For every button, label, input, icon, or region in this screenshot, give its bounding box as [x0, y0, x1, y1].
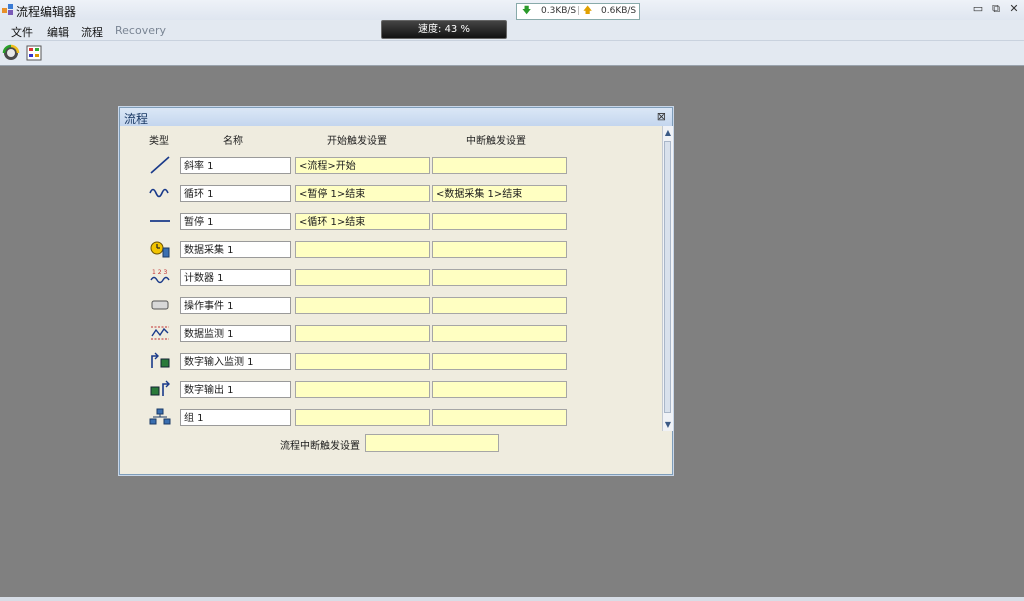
digital-output-icon [150, 380, 170, 396]
step-name-field[interactable]: 操作事件 1 [180, 297, 291, 314]
menu-bar: 文件 编辑 流程 Recovery [0, 20, 1024, 41]
step-name-field[interactable]: 数字输出 1 [180, 381, 291, 398]
counter-icon: 1 2 3 [150, 269, 170, 284]
minimize-icon[interactable]: ▭ [971, 2, 985, 16]
menu-recovery[interactable]: Recovery [115, 24, 166, 37]
step-name-field[interactable]: 循环 1 [180, 185, 291, 202]
hold-line-icon [150, 220, 170, 222]
separator: | [577, 6, 581, 16]
scrollbar-thumb[interactable] [664, 141, 671, 413]
close-icon[interactable]: ✕ [1007, 2, 1021, 16]
group-icon [149, 408, 171, 425]
close-icon[interactable]: ⊠ [657, 110, 666, 123]
start-trigger-field[interactable] [295, 409, 430, 426]
upload-arrow-icon: 🡅 [583, 6, 593, 16]
title-bar: 流程编辑器 ▭ ⧉ ✕ [0, 0, 1024, 20]
stop-trigger-field[interactable] [432, 157, 567, 174]
menu-edit[interactable]: 编辑 [47, 24, 69, 40]
start-trigger-field[interactable] [295, 353, 430, 370]
toolbar [0, 41, 1024, 66]
restore-icon[interactable]: ⧉ [989, 2, 1003, 16]
vertical-scrollbar[interactable]: ▲ ▼ [662, 126, 673, 431]
stop-trigger-field[interactable] [432, 297, 567, 314]
stop-trigger-field[interactable] [432, 213, 567, 230]
app-icon [2, 4, 13, 15]
chevron-down-icon[interactable]: ▼ [663, 419, 673, 430]
stop-trigger-field[interactable] [432, 325, 567, 342]
window-title: 流程编辑器 [16, 5, 77, 19]
flow-stop-trigger-label: 流程中断触发设置 [280, 441, 360, 452]
download-arrow-icon: 🡇 [522, 6, 532, 16]
operator-event-icon [151, 300, 169, 310]
column-header-start-trigger: 开始触发设置 [327, 136, 387, 147]
start-trigger-field[interactable]: <循环 1>结束 [295, 213, 430, 230]
step-name-field[interactable]: 暂停 1 [180, 213, 291, 230]
data-acquire-icon [150, 241, 170, 258]
svg-text:1 2 3: 1 2 3 [152, 269, 167, 276]
stop-trigger-field[interactable] [432, 241, 567, 258]
step-name-field[interactable]: 数据监测 1 [180, 325, 291, 342]
step-name-field[interactable]: 组 1 [180, 409, 291, 426]
stop-trigger-field[interactable] [432, 269, 567, 286]
start-trigger-field[interactable] [295, 325, 430, 342]
menu-flow[interactable]: 流程 [81, 24, 103, 40]
column-header-type: 类型 [149, 136, 169, 147]
stop-trigger-field[interactable] [432, 381, 567, 398]
chevron-up-icon[interactable]: ▲ [663, 127, 673, 138]
flow-dialog: 流程 ⊠ 类型 名称 开始触发设置 中断触发设置 斜率 1 <流程>开始 循环 … [119, 107, 673, 475]
stop-trigger-field[interactable] [432, 353, 567, 370]
menu-file[interactable]: 文件 [11, 24, 33, 40]
stop-trigger-field[interactable] [432, 409, 567, 426]
digital-input-icon [151, 352, 170, 368]
upload-speed: 0.6KB/S [601, 6, 637, 16]
column-header-stop-trigger: 中断触发设置 [466, 136, 526, 147]
speed-indicator: 速度: 43 % [381, 20, 507, 39]
ramp-icon [150, 156, 170, 174]
dialog-header: 流程 ⊠ [120, 108, 672, 126]
data-monitor-icon [151, 326, 169, 340]
step-name-field[interactable]: 斜率 1 [180, 157, 291, 174]
step-name-field[interactable]: 数据采集 1 [180, 241, 291, 258]
refresh-icon[interactable] [2, 44, 20, 62]
cycle-wave-icon [149, 188, 169, 198]
step-name-field[interactable]: 数字输入监测 1 [180, 353, 291, 370]
start-trigger-field[interactable]: <暂停 1>结束 [295, 185, 430, 202]
step-name-field[interactable]: 计数器 1 [180, 269, 291, 286]
network-speed-indicator: 🡇 0.3KB/S | 🡅 0.6KB/S [516, 3, 640, 20]
stop-trigger-field[interactable]: <数据采集 1>结束 [432, 185, 567, 202]
status-bar [0, 597, 1024, 601]
download-speed: 0.3KB/S [541, 6, 577, 16]
start-trigger-field[interactable] [295, 297, 430, 314]
dialog-title: 流程 [124, 112, 149, 126]
start-trigger-field[interactable] [295, 381, 430, 398]
column-header-name: 名称 [223, 136, 243, 147]
edit-flow-icon[interactable] [25, 44, 43, 62]
start-trigger-field[interactable]: <流程>开始 [295, 157, 430, 174]
flow-stop-trigger-field[interactable] [365, 434, 499, 452]
start-trigger-field[interactable] [295, 241, 430, 258]
start-trigger-field[interactable] [295, 269, 430, 286]
